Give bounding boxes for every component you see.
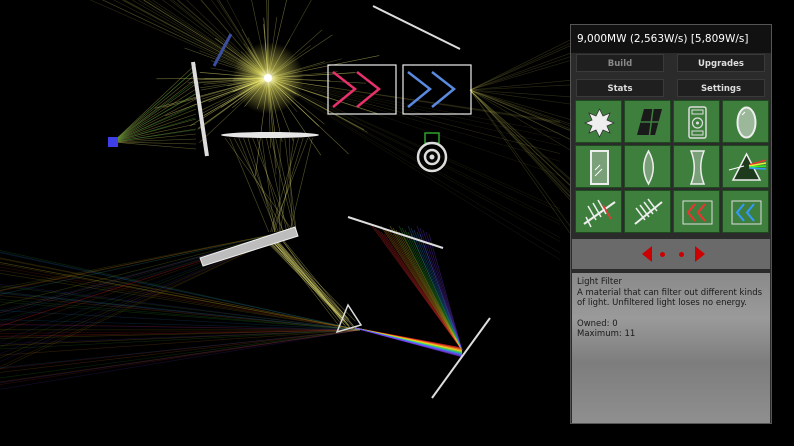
diffraction-grating-icon — [634, 198, 663, 225]
next-page-arrow-icon[interactable] — [695, 246, 705, 262]
power-readout: 9,000MW (2,563W/s) [5,809W/s] — [571, 25, 771, 53]
item-owned: Owned: 0 — [577, 318, 618, 329]
concave-lens-icon — [689, 150, 706, 185]
pager — [572, 239, 770, 269]
broken-filter-icon — [583, 199, 616, 228]
side-panel: 9,000MW (2,563W/s) [5,809W/s] Build Upgr… — [570, 24, 772, 424]
ring-receiver[interactable] — [416, 132, 448, 173]
stats-button[interactable]: Stats — [576, 79, 664, 97]
solar-collector[interactable] — [108, 137, 118, 147]
item-maximum: Maximum: 11 — [577, 329, 636, 339]
build-button[interactable]: Build — [576, 54, 664, 72]
red-filter-frame[interactable] — [327, 64, 397, 115]
build-tile-prism[interactable] — [722, 145, 769, 188]
build-tile-grating[interactable] — [624, 190, 671, 233]
solar-panel-icon — [637, 108, 662, 136]
prev-page-arrow-icon[interactable] — [642, 246, 652, 262]
page-indicator-dot[interactable] — [679, 252, 684, 257]
item-name: Light Filter — [577, 277, 622, 287]
build-tile-broken-filter[interactable] — [575, 190, 622, 233]
item-description-panel: Light Filter A material that can filter … — [572, 273, 770, 423]
convex-lens[interactable] — [221, 132, 319, 138]
build-tile-concave-lens[interactable] — [673, 145, 720, 188]
build-tile-mirror[interactable] — [722, 100, 769, 143]
build-tile-convex-lens[interactable] — [624, 145, 671, 188]
blue-filter-icon — [731, 200, 762, 225]
item-description: A material that can filter out different… — [577, 287, 763, 309]
build-tile-blue-filter[interactable] — [722, 190, 769, 233]
glass-pane-icon — [590, 150, 609, 185]
mirror-top[interactable] — [372, 5, 461, 50]
build-grid — [572, 99, 770, 237]
build-tile-red-filter[interactable] — [673, 190, 720, 233]
page-indicator-dot[interactable] — [660, 252, 665, 257]
mirror-icon — [736, 106, 757, 139]
mirror-bottom-right[interactable] — [431, 317, 491, 399]
build-tile-solar-panel[interactable] — [624, 100, 671, 143]
upgrades-button[interactable]: Upgrades — [677, 54, 765, 72]
nuclear-reactor-icon — [688, 106, 707, 139]
light-source[interactable] — [264, 74, 272, 82]
convex-lens-icon — [643, 149, 654, 186]
blue-filter-chevron — [431, 71, 457, 108]
prism-icon — [728, 152, 767, 181]
burst-icon — [583, 108, 616, 138]
build-tile-glass-pane[interactable] — [575, 145, 622, 188]
red-filter-icon — [682, 200, 713, 225]
build-tile-reactor[interactable] — [673, 100, 720, 143]
settings-button[interactable]: Settings — [677, 79, 765, 97]
build-tile-light-source[interactable] — [575, 100, 622, 143]
